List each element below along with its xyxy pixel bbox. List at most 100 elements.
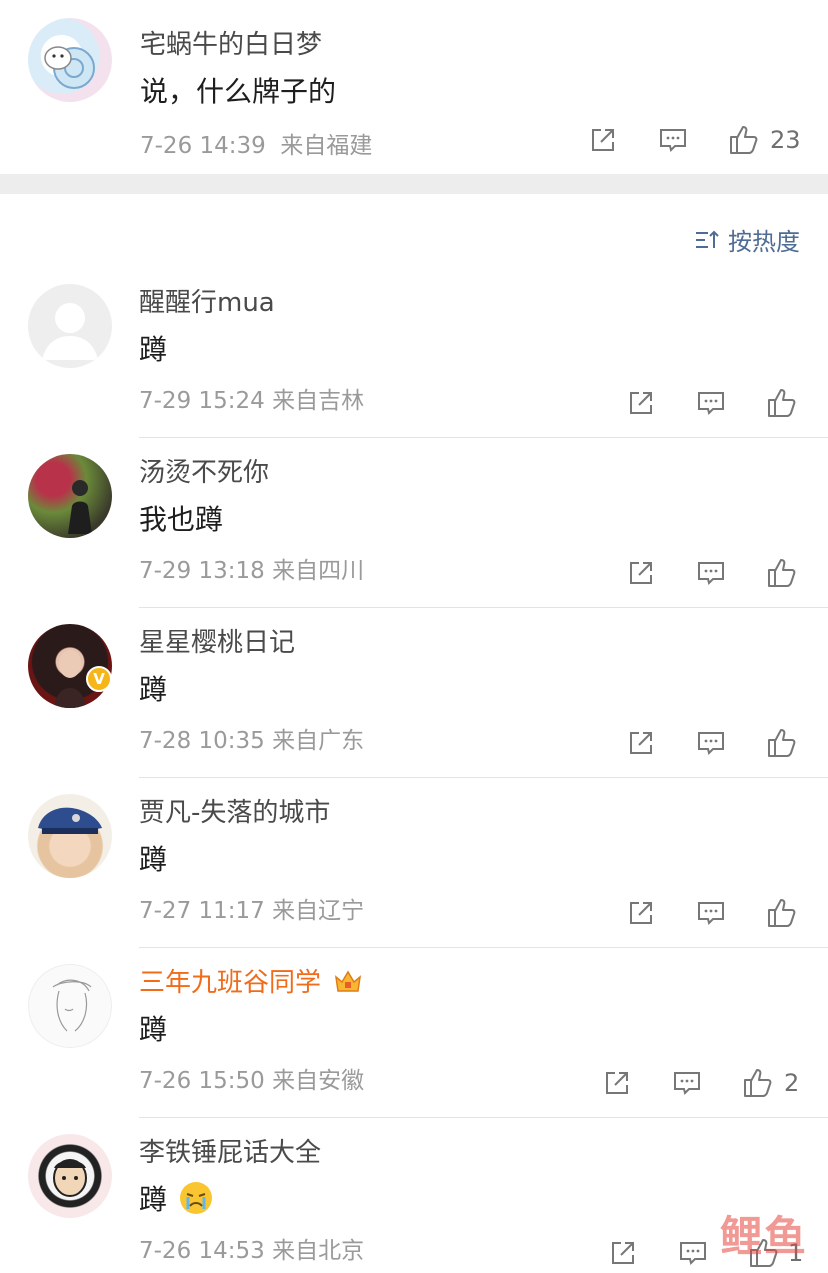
default-avatar-icon [42, 303, 98, 360]
comment-button[interactable] [658, 125, 688, 155]
comment-button[interactable] [696, 898, 726, 928]
comment-button[interactable] [678, 1238, 708, 1268]
comment-time: 7-26 15:50 [139, 1068, 265, 1094]
watermark-logo: 鲤鱼 [719, 1212, 808, 1261]
repost-button[interactable] [626, 728, 656, 758]
snail-avatar-icon [44, 46, 95, 89]
comment-meta: 7-27 11:17 来自辽宁 [139, 891, 364, 925]
comment-item: 醒醒行mua 蹲 7-29 15:24 来自吉林 [0, 268, 828, 438]
comment-username[interactable]: 汤烫不死你 [139, 452, 269, 489]
cap-avatar-icon [38, 807, 102, 834]
comment-username[interactable]: 贾凡-失落的城市 [139, 792, 330, 829]
comment-actions [626, 383, 806, 423]
repost-button[interactable] [626, 898, 656, 928]
comment-actions [626, 893, 806, 933]
thumbs-up-icon [768, 559, 796, 587]
comment-time: 7-27 11:17 [139, 898, 265, 924]
comment-item: V 星星樱桃日记 蹲 7-28 10:35 来自广东 [0, 608, 828, 778]
like-button[interactable]: 23 [728, 124, 801, 156]
comment-meta: 7-26 15:50 来自安徽 [139, 1061, 364, 1095]
sort-label: 按热度 [728, 228, 800, 256]
repost-icon [630, 732, 652, 754]
repost-button[interactable] [626, 558, 656, 588]
repost-icon [606, 1072, 628, 1094]
comment-text-content: 蹲 [139, 1183, 168, 1216]
avatar[interactable] [28, 18, 112, 102]
repost-button[interactable] [588, 125, 618, 155]
comment-icon [698, 562, 724, 585]
comment-text: 我也蹲 [139, 503, 224, 536]
comment-location: 来自四川 [272, 558, 365, 584]
comment-meta: 7-28 10:35 来自广东 [139, 721, 364, 755]
comment-icon [660, 129, 686, 152]
comment-item: 李铁锤屁话大全 蹲 7-26 14:53 来自北京 1 [0, 1118, 828, 1270]
repost-icon [592, 129, 614, 151]
avatar[interactable] [28, 284, 112, 368]
avatar[interactable] [28, 794, 112, 878]
like-button[interactable] [766, 897, 806, 929]
comment-time: 7-26 14:53 [139, 1238, 265, 1264]
comment-username[interactable]: 星星樱桃日记 [139, 622, 295, 659]
post-text: 说，什么牌子的 [140, 75, 337, 108]
sort-toggle[interactable]: 按热度 [694, 222, 800, 257]
thumbs-up-icon [730, 126, 758, 154]
comment-location: 来自安徽 [272, 1068, 365, 1094]
repost-button[interactable] [608, 1238, 638, 1268]
comment-actions [626, 723, 806, 763]
sketch-avatar-icon [52, 979, 92, 1032]
comment-button[interactable] [696, 388, 726, 418]
thumbs-up-icon [768, 729, 796, 757]
crown-icon [335, 970, 362, 992]
repost-icon [612, 1242, 634, 1264]
avatar[interactable] [28, 964, 112, 1048]
comment-meta: 7-26 14:53 来自北京 [139, 1231, 364, 1265]
person-photo-icon [68, 480, 92, 534]
comment-username[interactable]: 醒醒行mua [139, 282, 275, 319]
repost-button[interactable] [602, 1068, 632, 1098]
post-actions: 23 [588, 120, 801, 160]
comment-location: 来自吉林 [272, 388, 365, 414]
comment-icon [674, 1072, 700, 1095]
cartoon-avatar-icon [53, 1159, 87, 1197]
comment-location: 来自北京 [272, 1238, 365, 1264]
sort-icon [696, 230, 719, 248]
like-button[interactable] [766, 727, 806, 759]
comment-button[interactable] [696, 728, 726, 758]
comment-username[interactable]: 李铁锤屁话大全 [139, 1132, 321, 1169]
comment-text: 蹲 [139, 673, 168, 706]
like-button[interactable]: 2 [742, 1067, 799, 1099]
crying-emoji-icon [179, 1182, 212, 1214]
like-button[interactable] [766, 387, 806, 419]
comment-item: 贾凡-失落的城市 蹲 7-27 11:17 来自辽宁 [0, 778, 828, 948]
vip-username[interactable]: 三年九班谷同学 [139, 968, 321, 998]
comment-time: 7-29 13:18 [139, 558, 265, 584]
like-count: 23 [770, 126, 801, 154]
comment-actions: 2 [602, 1063, 799, 1103]
comment-meta: 7-29 15:24 来自吉林 [139, 381, 364, 415]
comment-text: 蹲 [139, 843, 168, 876]
thumbs-up-icon [744, 1069, 772, 1097]
repost-icon [630, 392, 652, 414]
comment-icon [698, 902, 724, 925]
comment-time: 7-28 10:35 [139, 728, 265, 754]
like-button[interactable] [766, 557, 806, 589]
avatar[interactable] [28, 454, 112, 538]
comment-icon [680, 1242, 706, 1265]
avatar[interactable] [28, 1134, 112, 1218]
comment-text: 蹲 [139, 333, 168, 366]
thumbs-up-icon [768, 389, 796, 417]
repost-button[interactable] [626, 388, 656, 418]
comment-item: 三年九班谷同学 蹲 7-26 15:50 来自安徽 2 [0, 948, 828, 1118]
comment-username[interactable]: 三年九班谷同学 [139, 962, 363, 999]
post-meta: 7-26 14:39 来自福建 [140, 126, 372, 160]
like-count: 2 [784, 1069, 800, 1097]
comment-text: 蹲 [139, 1013, 168, 1046]
comment-icon [698, 732, 724, 755]
comment-item: 汤烫不死你 我也蹲 7-29 13:18 来自四川 [0, 438, 828, 608]
comment-location: 来自广东 [272, 728, 365, 754]
post-location: 来自福建 [280, 133, 373, 159]
comment-button[interactable] [696, 558, 726, 588]
section-divider [0, 174, 828, 194]
comment-button[interactable] [672, 1068, 702, 1098]
post-username[interactable]: 宅蜗牛的白日梦 [140, 24, 322, 61]
